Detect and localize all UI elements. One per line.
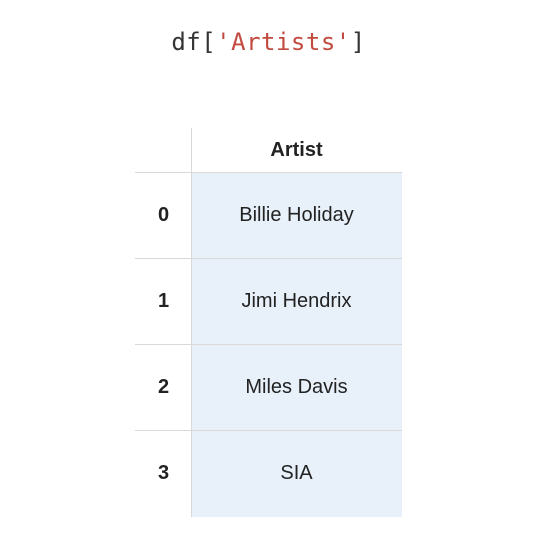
- cell-value: Jimi Hendrix: [192, 259, 402, 345]
- table-row: 0 Billie Holiday: [136, 173, 402, 259]
- table-corner-cell: [136, 129, 192, 173]
- column-header-artist: Artist: [192, 129, 402, 173]
- cell-value: Miles Davis: [192, 345, 402, 431]
- code-suffix: ]: [351, 28, 366, 56]
- dataframe-table-wrap: Artist 0 Billie Holiday 1 Jimi Hendrix 2…: [135, 128, 402, 517]
- dataframe-table: Artist 0 Billie Holiday 1 Jimi Hendrix 2…: [135, 128, 402, 517]
- table-row: 1 Jimi Hendrix: [136, 259, 402, 345]
- table-row: 2 Miles Davis: [136, 345, 402, 431]
- table-row: 3 SIA: [136, 431, 402, 517]
- cell-value: Billie Holiday: [192, 173, 402, 259]
- code-string-literal: 'Artists': [216, 28, 351, 56]
- cell-value: SIA: [192, 431, 402, 517]
- row-index: 0: [136, 173, 192, 259]
- row-index: 3: [136, 431, 192, 517]
- row-index: 2: [136, 345, 192, 431]
- code-expression: df['Artists']: [171, 28, 365, 56]
- code-prefix: df[: [171, 28, 216, 56]
- row-index: 1: [136, 259, 192, 345]
